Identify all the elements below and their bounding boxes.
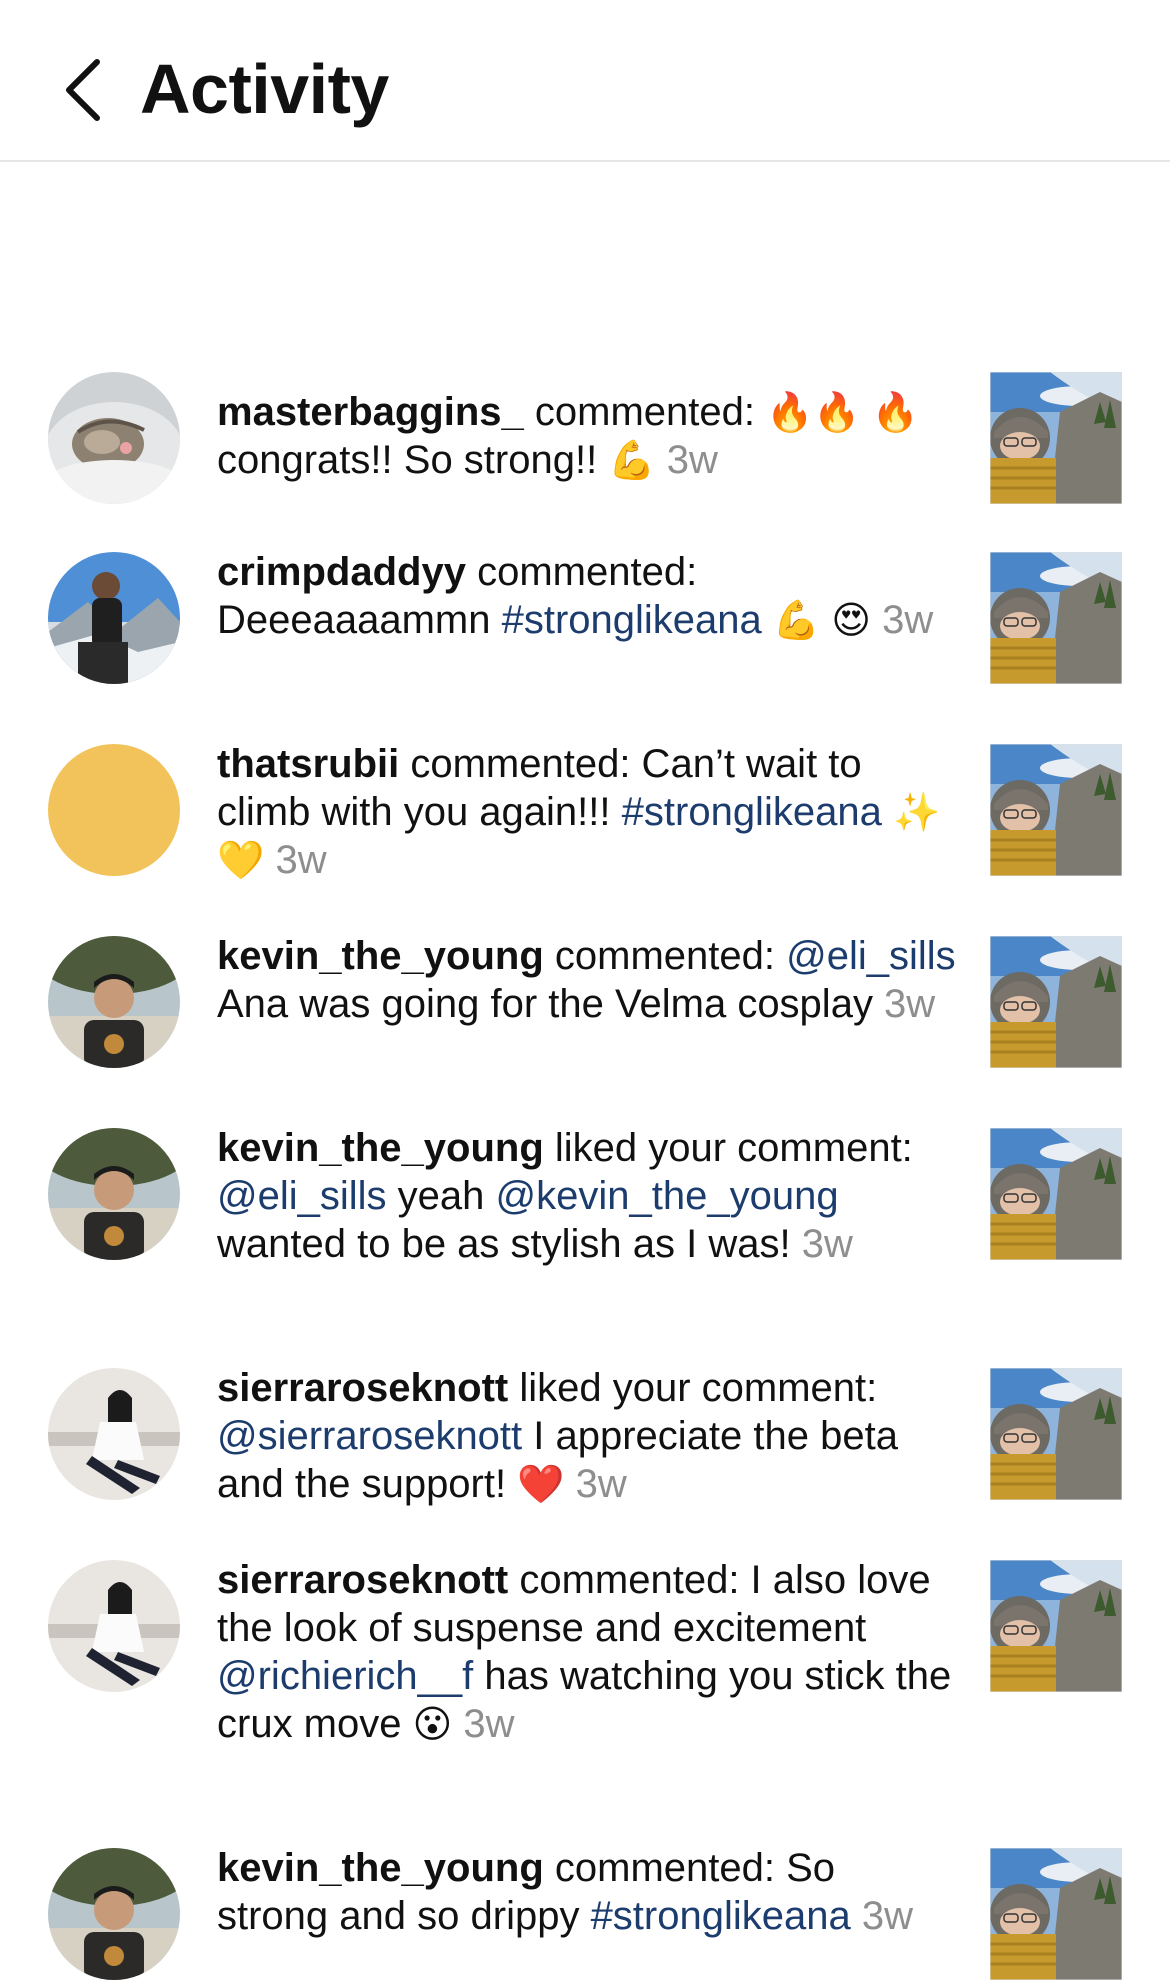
timestamp: 3w: [872, 982, 936, 1026]
post-thumbnail-photo: [990, 372, 1122, 504]
comment-text: yeah: [386, 1174, 496, 1218]
post-thumbnail-photo: [990, 744, 1122, 876]
activity-text: crimpdaddyy commented: Deeeaaaammn #stro…: [217, 548, 957, 644]
post-thumbnail-photo: [990, 1128, 1122, 1260]
page-title: Activity: [140, 50, 389, 128]
post-thumbnail[interactable]: [990, 372, 1122, 504]
chevron-left-icon: [66, 59, 100, 121]
post-thumbnail[interactable]: [990, 744, 1122, 876]
username-link[interactable]: sierraroseknott: [217, 1558, 508, 1602]
avatar[interactable]: [48, 1848, 180, 1980]
username-link[interactable]: sierraroseknott: [217, 1366, 508, 1410]
hashtag-link[interactable]: #stronglikeana: [502, 598, 762, 642]
avatar-photo: [48, 1848, 180, 1980]
avatar-photo: [48, 1368, 180, 1500]
comment-text: Ana was going for the Velma cosplay: [217, 982, 873, 1026]
comment-text: [820, 598, 831, 642]
avatar[interactable]: [48, 1368, 180, 1500]
avatar[interactable]: [48, 372, 180, 504]
header: Activity: [0, 0, 1170, 162]
avatar-photo: [48, 744, 180, 876]
post-thumbnail-photo: [990, 1560, 1122, 1692]
comment-text: [882, 790, 893, 834]
post-thumbnail[interactable]: [990, 1128, 1122, 1260]
emoji-icon: 🔥: [871, 390, 920, 434]
comment-text: [762, 598, 773, 642]
avatar[interactable]: [48, 552, 180, 684]
avatar-photo: [48, 936, 180, 1068]
post-thumbnail-photo: [990, 1848, 1122, 1980]
comment-text: [861, 390, 872, 434]
post-thumbnail-photo: [990, 552, 1122, 684]
avatar-photo: [48, 552, 180, 684]
activity-text: kevin_the_young commented: @eli_sills An…: [217, 932, 957, 1028]
activity-text: sierraroseknott liked your comment: @sie…: [217, 1364, 957, 1508]
post-thumbnail[interactable]: [990, 1560, 1122, 1692]
avatar-photo: [48, 372, 180, 504]
username-link[interactable]: kevin_the_young: [217, 1126, 544, 1170]
post-thumbnail[interactable]: [990, 1848, 1122, 1980]
emoji-icon: 💪: [772, 598, 821, 642]
timestamp: 3w: [452, 1702, 515, 1746]
username-link[interactable]: masterbaggins_: [217, 390, 524, 434]
comment-text: liked your comment:: [543, 1126, 913, 1170]
mention-link[interactable]: @sierraroseknott: [217, 1414, 522, 1458]
activity-text: kevin_the_young commented: So strong and…: [217, 1844, 957, 1940]
post-thumbnail-photo: [990, 1368, 1122, 1500]
avatar-photo: [48, 1128, 180, 1260]
username-link[interactable]: kevin_the_young: [217, 934, 544, 978]
comment-text: wanted to be as stylish as I was!: [217, 1222, 791, 1266]
username-link[interactable]: kevin_the_young: [217, 1846, 544, 1890]
hashtag-link[interactable]: #stronglikeana: [622, 790, 882, 834]
emoji-icon: 😍: [831, 598, 871, 642]
mention-link[interactable]: @kevin_the_young: [496, 1174, 839, 1218]
avatar[interactable]: [48, 744, 180, 876]
post-thumbnail[interactable]: [990, 1368, 1122, 1500]
emoji-icon: 😮: [412, 1702, 453, 1746]
timestamp: 3w: [871, 598, 934, 642]
timestamp: 3w: [850, 1894, 913, 1938]
timestamp: 3w: [655, 438, 718, 482]
comment-text: liked your comment:: [508, 1366, 878, 1410]
emoji-icon: 🔥🔥: [766, 390, 861, 434]
activity-text: thatsrubii commented: Can’t wait to clim…: [217, 740, 957, 884]
post-thumbnail-photo: [990, 936, 1122, 1068]
avatar[interactable]: [48, 1128, 180, 1260]
activity-text: sierraroseknott commented: I also love t…: [217, 1556, 957, 1748]
post-thumbnail[interactable]: [990, 936, 1122, 1068]
comment-text: commented:: [523, 390, 767, 434]
back-button[interactable]: [58, 50, 108, 130]
timestamp: 3w: [790, 1222, 853, 1266]
timestamp: 3w: [564, 1462, 627, 1506]
emoji-icon: ❤️: [517, 1462, 565, 1506]
avatar[interactable]: [48, 936, 180, 1068]
username-link[interactable]: thatsrubii: [217, 742, 399, 786]
mention-link[interactable]: @eli_sills: [217, 1174, 387, 1218]
hashtag-link[interactable]: #stronglikeana: [591, 1894, 851, 1938]
activity-text: kevin_the_young liked your comment: @eli…: [217, 1124, 957, 1268]
post-thumbnail[interactable]: [990, 552, 1122, 684]
comment-text: commented:: [543, 934, 787, 978]
timestamp: 3w: [264, 838, 327, 882]
avatar[interactable]: [48, 1560, 180, 1692]
comment-text: congrats!! So strong!!: [217, 438, 609, 482]
mention-link[interactable]: @eli_sills: [786, 934, 956, 978]
activity-text: masterbaggins_ commented: 🔥🔥 🔥 congrats!…: [217, 388, 957, 484]
emoji-icon: 💪: [608, 438, 656, 482]
mention-link[interactable]: @richierich__f: [217, 1654, 473, 1698]
username-link[interactable]: crimpdaddyy: [217, 550, 466, 594]
avatar-photo: [48, 1560, 180, 1692]
